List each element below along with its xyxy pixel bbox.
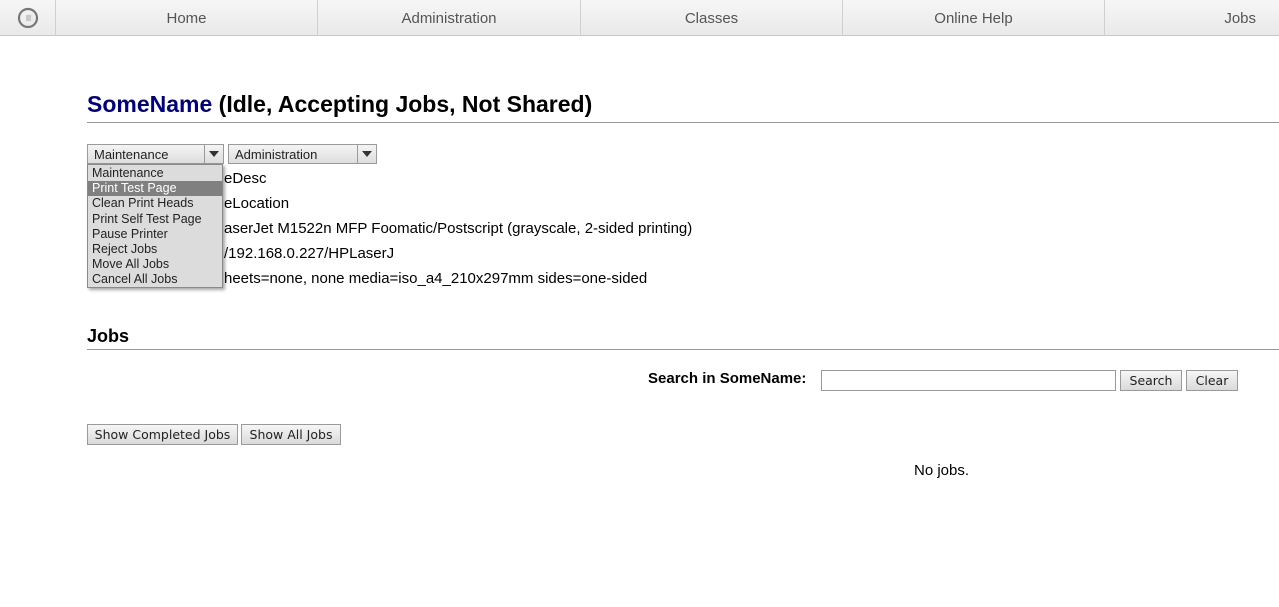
printer-defaults: heets=none, none media=iso_a4_210x297mm … xyxy=(224,270,648,287)
maintenance-select[interactable]: Maintenance xyxy=(87,144,224,164)
search-button[interactable]: Search xyxy=(1120,370,1182,391)
jobs-divider xyxy=(87,349,1279,350)
nav-jobs[interactable]: Jobs xyxy=(1105,0,1279,36)
printer-status: (Idle, Accepting Jobs, Not Shared) xyxy=(212,91,593,117)
page-title: SomeName (Idle, Accepting Jobs, Not Shar… xyxy=(87,91,592,118)
nav-online-help[interactable]: Online Help xyxy=(843,0,1105,36)
nav-classes[interactable]: Classes xyxy=(581,0,843,36)
menu-item-print-self-test-page[interactable]: Print Self Test Page xyxy=(88,212,222,227)
clear-button[interactable]: Clear xyxy=(1186,370,1238,391)
no-jobs-message: No jobs. xyxy=(914,462,970,479)
chevron-down-icon xyxy=(357,145,376,163)
chevron-down-icon xyxy=(204,145,223,163)
nav-home[interactable]: Home xyxy=(56,0,318,36)
menu-item-maintenance[interactable]: Maintenance xyxy=(88,166,222,181)
cups-logo[interactable] xyxy=(0,0,56,36)
printer-location: eLocation xyxy=(224,195,290,212)
nav-administration[interactable]: Administration xyxy=(318,0,581,36)
cups-logo-icon xyxy=(17,7,38,29)
administration-select-value: Administration xyxy=(235,147,318,162)
maintenance-dropdown-menu: Maintenance Print Test Page Clean Print … xyxy=(87,164,223,288)
printer-driver: aserJet M1522n MFP Foomatic/Postscript (… xyxy=(224,220,693,237)
search-label: Search in SomeName: xyxy=(648,370,807,387)
show-completed-jobs-button[interactable]: Show Completed Jobs xyxy=(87,424,238,445)
menu-item-clean-print-heads[interactable]: Clean Print Heads xyxy=(88,196,222,211)
administration-select[interactable]: Administration xyxy=(228,144,377,164)
maintenance-select-value: Maintenance xyxy=(94,147,169,162)
jobs-section-title: Jobs xyxy=(87,326,130,346)
printer-name-link[interactable]: SomeName xyxy=(87,91,212,117)
title-divider xyxy=(87,122,1279,123)
printer-connection: /192.168.0.227/HPLaserJ xyxy=(224,245,395,262)
show-all-jobs-button[interactable]: Show All Jobs xyxy=(241,424,341,445)
menu-item-pause-printer[interactable]: Pause Printer xyxy=(88,227,222,242)
top-nav: Home Administration Classes Online Help … xyxy=(0,0,1279,36)
menu-item-print-test-page[interactable]: Print Test Page xyxy=(88,181,222,197)
printer-description: eDesc xyxy=(224,170,267,187)
menu-item-reject-jobs[interactable]: Reject Jobs xyxy=(88,242,222,257)
search-input[interactable] xyxy=(821,370,1116,391)
menu-item-move-all-jobs[interactable]: Move All Jobs xyxy=(88,257,222,272)
menu-item-cancel-all-jobs[interactable]: Cancel All Jobs xyxy=(88,272,222,287)
